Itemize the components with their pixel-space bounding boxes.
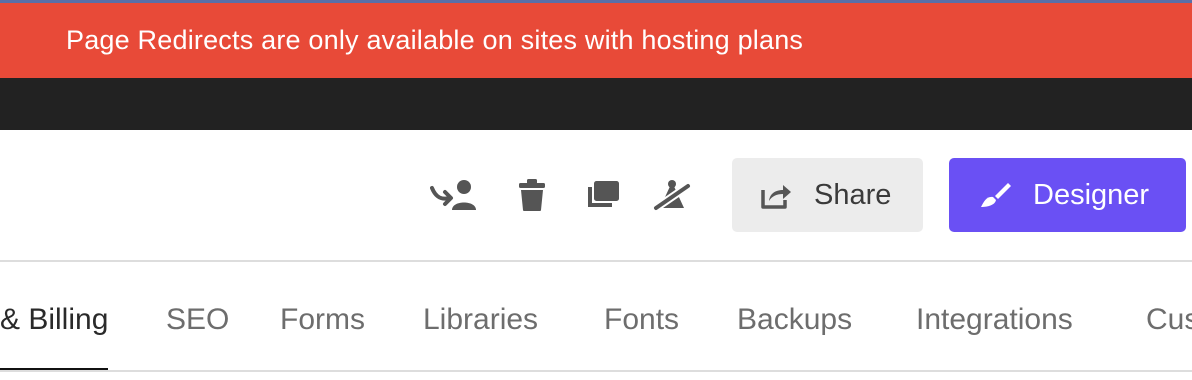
designer-button-label: Designer xyxy=(1033,178,1150,211)
tab-custom[interactable]: Cus xyxy=(1146,262,1192,370)
tab-fonts[interactable]: Fonts xyxy=(604,262,679,370)
unpublish-button[interactable] xyxy=(647,175,697,215)
hosting-warning-banner: Page Redirects are only available on sit… xyxy=(0,3,1192,78)
paintbrush-icon xyxy=(981,183,1011,207)
duplicate-icon xyxy=(588,181,619,207)
dark-header-bar xyxy=(0,78,1192,130)
tab-backups[interactable]: Backups xyxy=(737,262,852,370)
transfer-user-icon xyxy=(430,180,476,210)
tab-seo[interactable]: SEO xyxy=(166,262,229,370)
site-toolbar: Share Designer xyxy=(0,130,1192,260)
share-button-label: Share xyxy=(814,178,892,211)
tab-plans-billing[interactable]: & Billing xyxy=(0,262,109,372)
unpublish-icon xyxy=(652,180,692,212)
settings-tabs: & Billing SEO Forms Libraries Fonts Back… xyxy=(0,262,1192,372)
duplicate-button[interactable] xyxy=(577,175,627,215)
tabs-bottom-border xyxy=(0,370,1192,372)
share-button[interactable]: Share xyxy=(732,158,923,232)
tab-libraries[interactable]: Libraries xyxy=(423,262,538,370)
transfer-user-button[interactable] xyxy=(430,175,480,215)
tab-forms[interactable]: Forms xyxy=(280,262,365,370)
delete-button[interactable] xyxy=(507,175,557,215)
share-icon xyxy=(761,185,791,209)
tab-integrations[interactable]: Integrations xyxy=(916,262,1073,370)
trash-icon xyxy=(519,179,545,211)
designer-button[interactable]: Designer xyxy=(949,158,1186,232)
